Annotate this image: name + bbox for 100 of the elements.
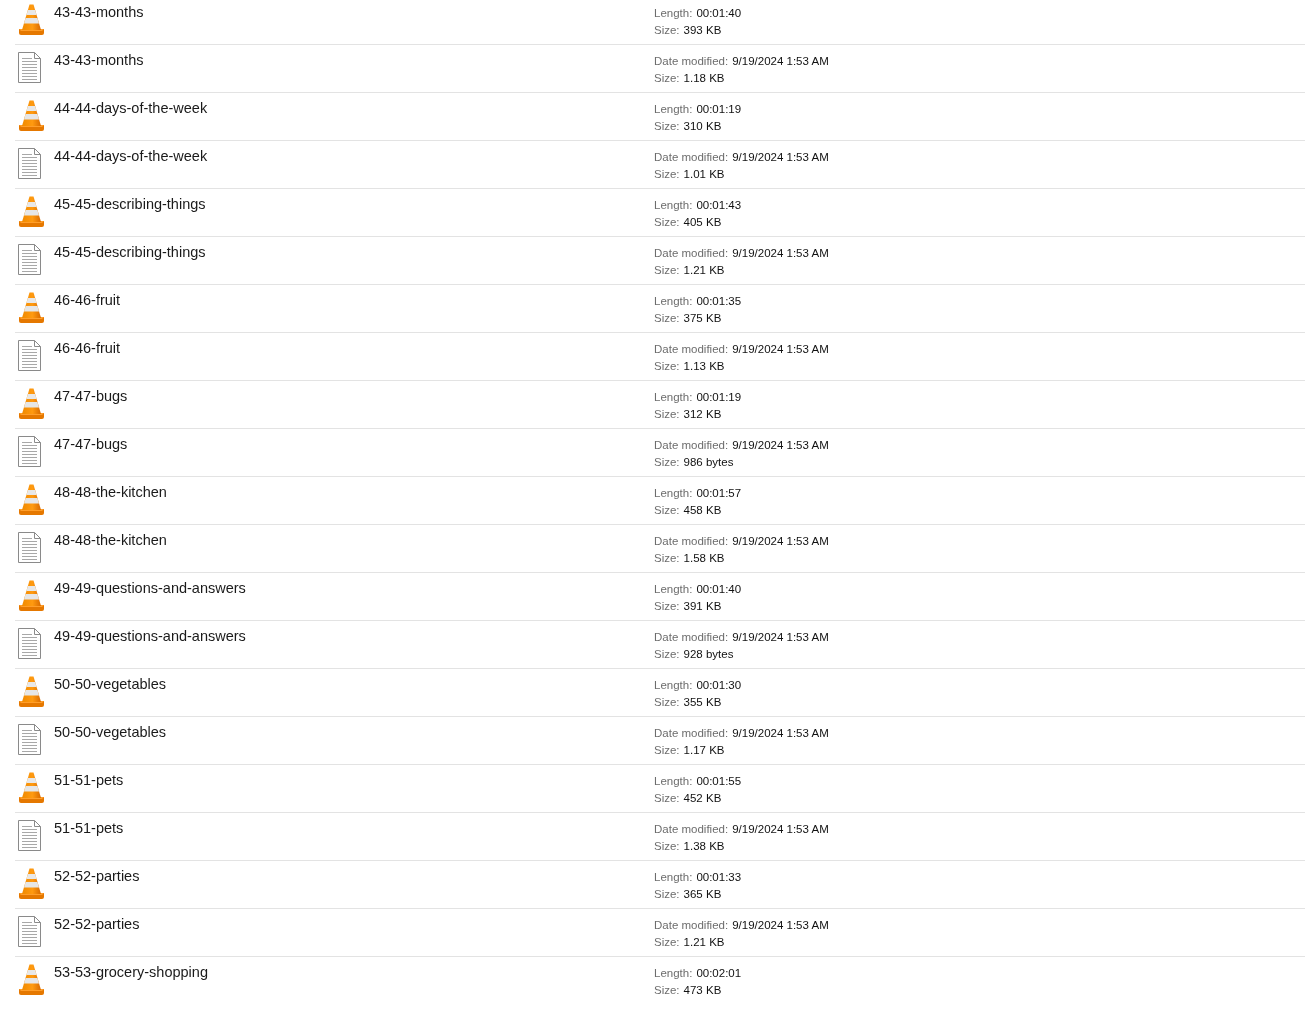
file-name: 45-45-describing-things xyxy=(54,243,206,262)
detail-label: Date modified: xyxy=(654,534,729,549)
detail-label: Size: xyxy=(654,551,680,566)
detail-value: 00:01:40 xyxy=(696,6,742,21)
file-name: 47-47-bugs xyxy=(54,435,128,454)
detail-value: 9/19/2024 1:53 AM xyxy=(732,726,829,741)
detail-label: Date modified: xyxy=(654,726,729,741)
detail-value: 00:01:57 xyxy=(696,486,742,501)
detail-label: Length: xyxy=(654,294,693,309)
detail-value: 312 KB xyxy=(683,407,722,422)
detail-label: Length: xyxy=(654,678,693,693)
detail-value: 1.13 KB xyxy=(683,359,725,374)
detail-label: Date modified: xyxy=(654,822,729,837)
detail-label: Date modified: xyxy=(654,54,729,69)
detail-label: Size: xyxy=(654,71,680,86)
document-icon xyxy=(18,244,41,275)
traffic-cone-icon xyxy=(18,868,45,899)
detail-value: 00:01:40 xyxy=(696,582,742,597)
detail-label: Size: xyxy=(654,887,680,902)
file-name: 44-44-days-of-the-week xyxy=(54,147,208,166)
file-name: 53-53-grocery-shopping xyxy=(54,963,208,982)
file-name: 49-49-questions-and-answers xyxy=(54,579,246,598)
detail-value: 00:01:19 xyxy=(696,102,742,117)
file-name: 44-44-days-of-the-week xyxy=(54,99,208,118)
traffic-cone-icon xyxy=(18,772,45,803)
detail-value: 986 bytes xyxy=(683,455,734,470)
traffic-cone-icon xyxy=(18,388,45,419)
file-name: 52-52-parties xyxy=(54,867,140,886)
detail-value: 9/19/2024 1:53 AM xyxy=(732,630,829,645)
file-name: 46-46-fruit xyxy=(54,291,121,310)
document-icon xyxy=(18,52,41,83)
detail-value: 9/19/2024 1:53 AM xyxy=(732,534,829,549)
detail-label: Size: xyxy=(654,503,680,518)
detail-label: Size: xyxy=(654,263,680,278)
document-icon xyxy=(18,724,41,755)
document-icon xyxy=(18,148,41,179)
detail-value: 9/19/2024 1:53 AM xyxy=(732,246,829,261)
detail-value: 1.18 KB xyxy=(683,71,725,86)
detail-value: 00:01:55 xyxy=(696,774,742,789)
detail-label: Length: xyxy=(654,6,693,21)
file-name: 50-50-vegetables xyxy=(54,723,167,742)
detail-label: Length: xyxy=(654,486,693,501)
detail-value: 00:01:30 xyxy=(696,678,742,693)
detail-label: Size: xyxy=(654,215,680,230)
file-name: 49-49-questions-and-answers xyxy=(54,627,246,646)
detail-value: 473 KB xyxy=(683,983,722,998)
detail-label: Size: xyxy=(654,935,680,950)
detail-value: 310 KB xyxy=(683,119,722,134)
detail-label: Length: xyxy=(654,870,693,885)
detail-label: Size: xyxy=(654,23,680,38)
detail-label: Length: xyxy=(654,102,693,117)
detail-label: Size: xyxy=(654,791,680,806)
file-name: 48-48-the-kitchen xyxy=(54,531,167,550)
detail-value: 452 KB xyxy=(683,791,722,806)
detail-label: Size: xyxy=(654,311,680,326)
file-name: 47-47-bugs xyxy=(54,387,128,406)
detail-label: Length: xyxy=(654,774,693,789)
traffic-cone-icon xyxy=(18,676,45,707)
detail-value: 00:01:33 xyxy=(696,870,742,885)
detail-value: 9/19/2024 1:53 AM xyxy=(732,822,829,837)
file-name: 46-46-fruit xyxy=(54,339,121,358)
file-name: 43-43-months xyxy=(54,51,144,70)
detail-value: 1.38 KB xyxy=(683,839,725,854)
detail-label: Size: xyxy=(654,695,680,710)
detail-label: Length: xyxy=(654,582,693,597)
detail-label: Size: xyxy=(654,599,680,614)
document-icon xyxy=(18,340,41,371)
document-icon xyxy=(18,436,41,467)
detail-value: 375 KB xyxy=(683,311,722,326)
detail-label: Size: xyxy=(654,455,680,470)
traffic-cone-icon xyxy=(18,292,45,323)
detail-label: Date modified: xyxy=(654,342,729,357)
traffic-cone-icon xyxy=(18,964,45,995)
detail-value: 9/19/2024 1:53 AM xyxy=(732,342,829,357)
detail-label: Size: xyxy=(654,647,680,662)
detail-value: 9/19/2024 1:53 AM xyxy=(732,918,829,933)
detail-label: Length: xyxy=(654,198,693,213)
detail-label: Size: xyxy=(654,743,680,758)
file-name: 51-51-pets xyxy=(54,771,124,790)
traffic-cone-icon xyxy=(18,4,45,35)
detail-label: Date modified: xyxy=(654,630,729,645)
file-name: 45-45-describing-things xyxy=(54,195,206,214)
detail-value: 9/19/2024 1:53 AM xyxy=(732,54,829,69)
detail-value: 355 KB xyxy=(683,695,722,710)
document-icon xyxy=(18,532,41,563)
detail-label: Size: xyxy=(654,839,680,854)
traffic-cone-icon xyxy=(18,196,45,227)
detail-label: Date modified: xyxy=(654,150,729,165)
detail-label: Date modified: xyxy=(654,246,729,261)
file-name: 50-50-vegetables xyxy=(54,675,167,694)
detail-value: 458 KB xyxy=(683,503,722,518)
detail-value: 1.01 KB xyxy=(683,167,725,182)
detail-value: 391 KB xyxy=(683,599,722,614)
detail-value: 393 KB xyxy=(683,23,722,38)
detail-value: 928 bytes xyxy=(683,647,734,662)
detail-value: 1.21 KB xyxy=(683,935,725,950)
detail-label: Size: xyxy=(654,119,680,134)
detail-value: 405 KB xyxy=(683,215,722,230)
detail-value: 00:02:01 xyxy=(696,966,742,981)
file-name: 43-43-months xyxy=(54,3,144,22)
